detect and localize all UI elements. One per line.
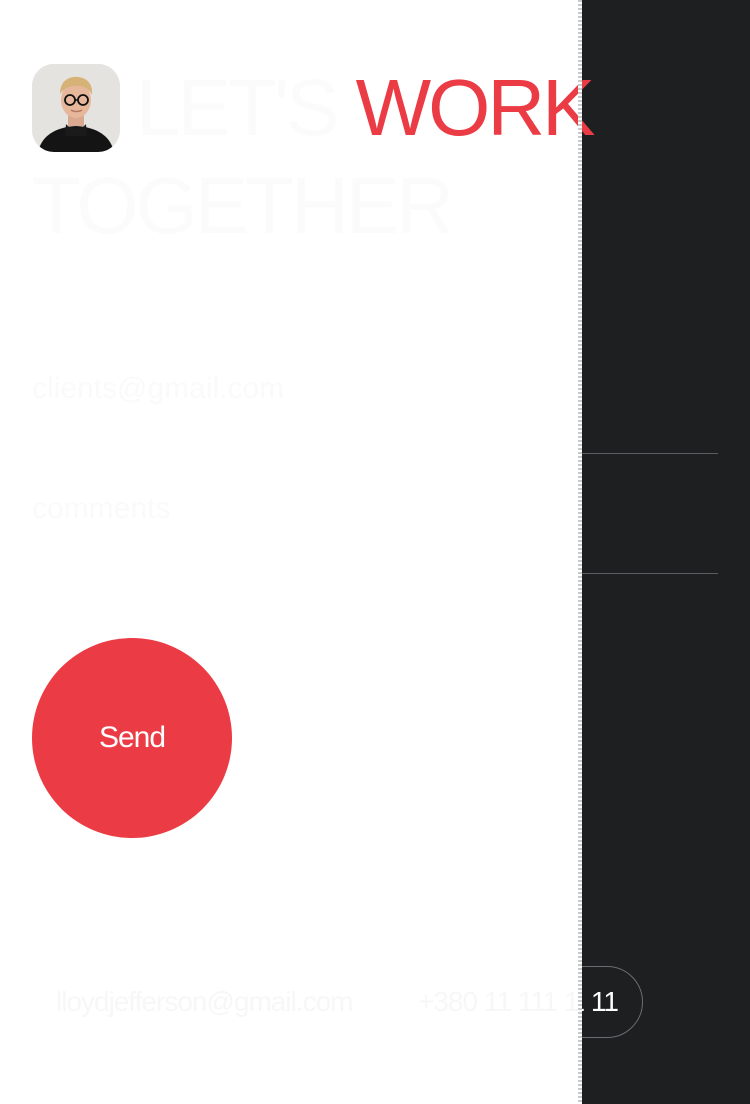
overlay-edge [578,0,582,1104]
viewport: LET'S WORK TOGETHER lloydjefferson@gmail… [0,0,750,1104]
footer-email-ghost: lloydjefferson@gmail.com [56,986,353,1017]
avatar [32,64,120,152]
overlay-word-lets: LET'S [136,63,339,152]
transition-overlay-panel: LET'S WORK TOGETHER clients@gmail.com co… [0,0,580,1104]
send-button[interactable]: Send [32,638,232,838]
email-placeholder-ghost: clients@gmail.com [32,372,285,405]
footer-phone-ghost: +380 11 111 11 11 [418,986,580,1017]
avatar-photo [32,64,120,152]
overlay-word-together: TOGETHER [32,161,454,250]
comments-placeholder-ghost: comments [32,492,171,525]
overlay-headline-line-1: LET'S WORK [136,60,580,156]
overlay-headline-line-2: TOGETHER [32,158,454,254]
overlay-word-work: WORK [355,63,580,152]
